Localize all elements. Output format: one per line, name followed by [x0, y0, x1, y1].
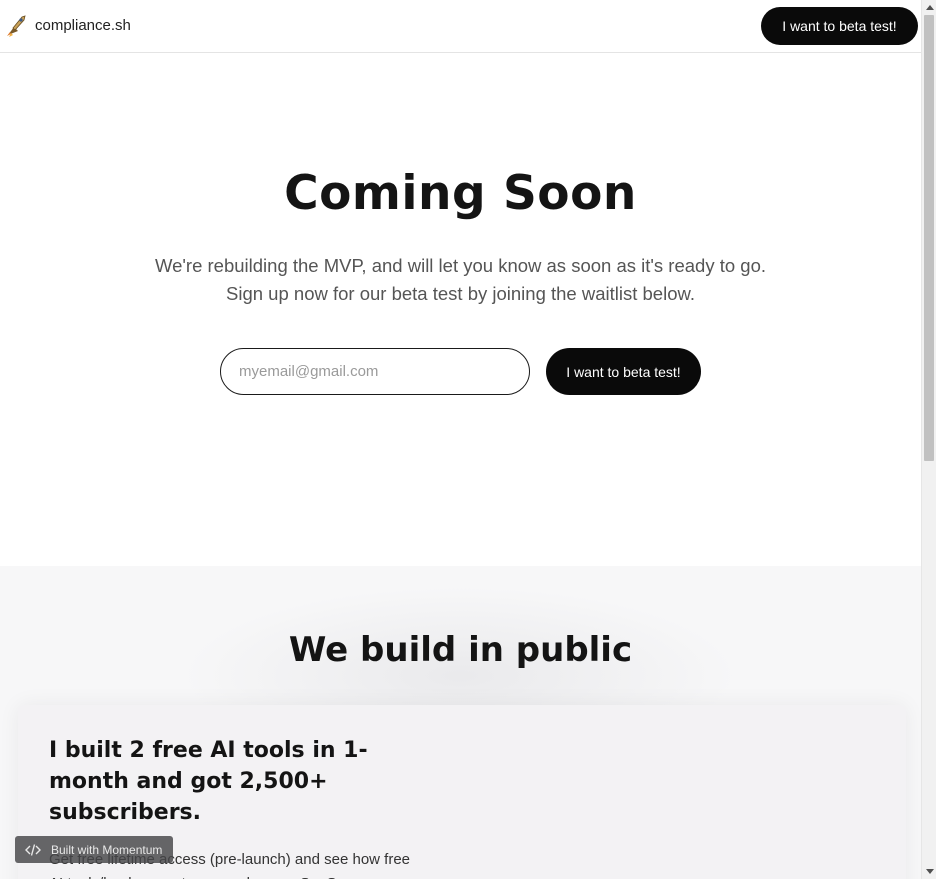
header-beta-button[interactable]: I want to beta test! [761, 7, 918, 45]
badge-label: Built with Momentum [51, 842, 163, 857]
section-title: We build in public [288, 630, 633, 670]
brand-name[interactable]: compliance.sh [35, 17, 131, 34]
momentum-badge[interactable]: Built with Momentum [15, 836, 173, 863]
code-icon [25, 843, 41, 857]
hero-beta-button[interactable]: I want to beta test! [546, 348, 701, 395]
build-in-public-section: We build in public I built 2 free AI too… [0, 566, 921, 879]
email-input[interactable] [220, 348, 530, 395]
scroll-down-arrow-icon[interactable] [922, 864, 936, 879]
hero-subtitle-line2: Sign up now for our beta test by joining… [226, 283, 695, 304]
rocket-icon[interactable] [5, 14, 27, 38]
hero-title: Coming Soon [284, 166, 637, 221]
vertical-scrollbar[interactable] [921, 0, 936, 879]
card-title[interactable]: I built 2 free AI tools in 1-month and g… [49, 735, 409, 828]
scroll-up-arrow-icon[interactable] [922, 0, 936, 15]
page: compliance.sh I want to beta test! Comin… [0, 0, 921, 879]
scrollbar-thumb[interactable] [924, 15, 934, 461]
site-header: compliance.sh I want to beta test! [0, 0, 921, 53]
hero-subtitle-line1: We're rebuilding the MVP, and will let y… [154, 255, 767, 276]
